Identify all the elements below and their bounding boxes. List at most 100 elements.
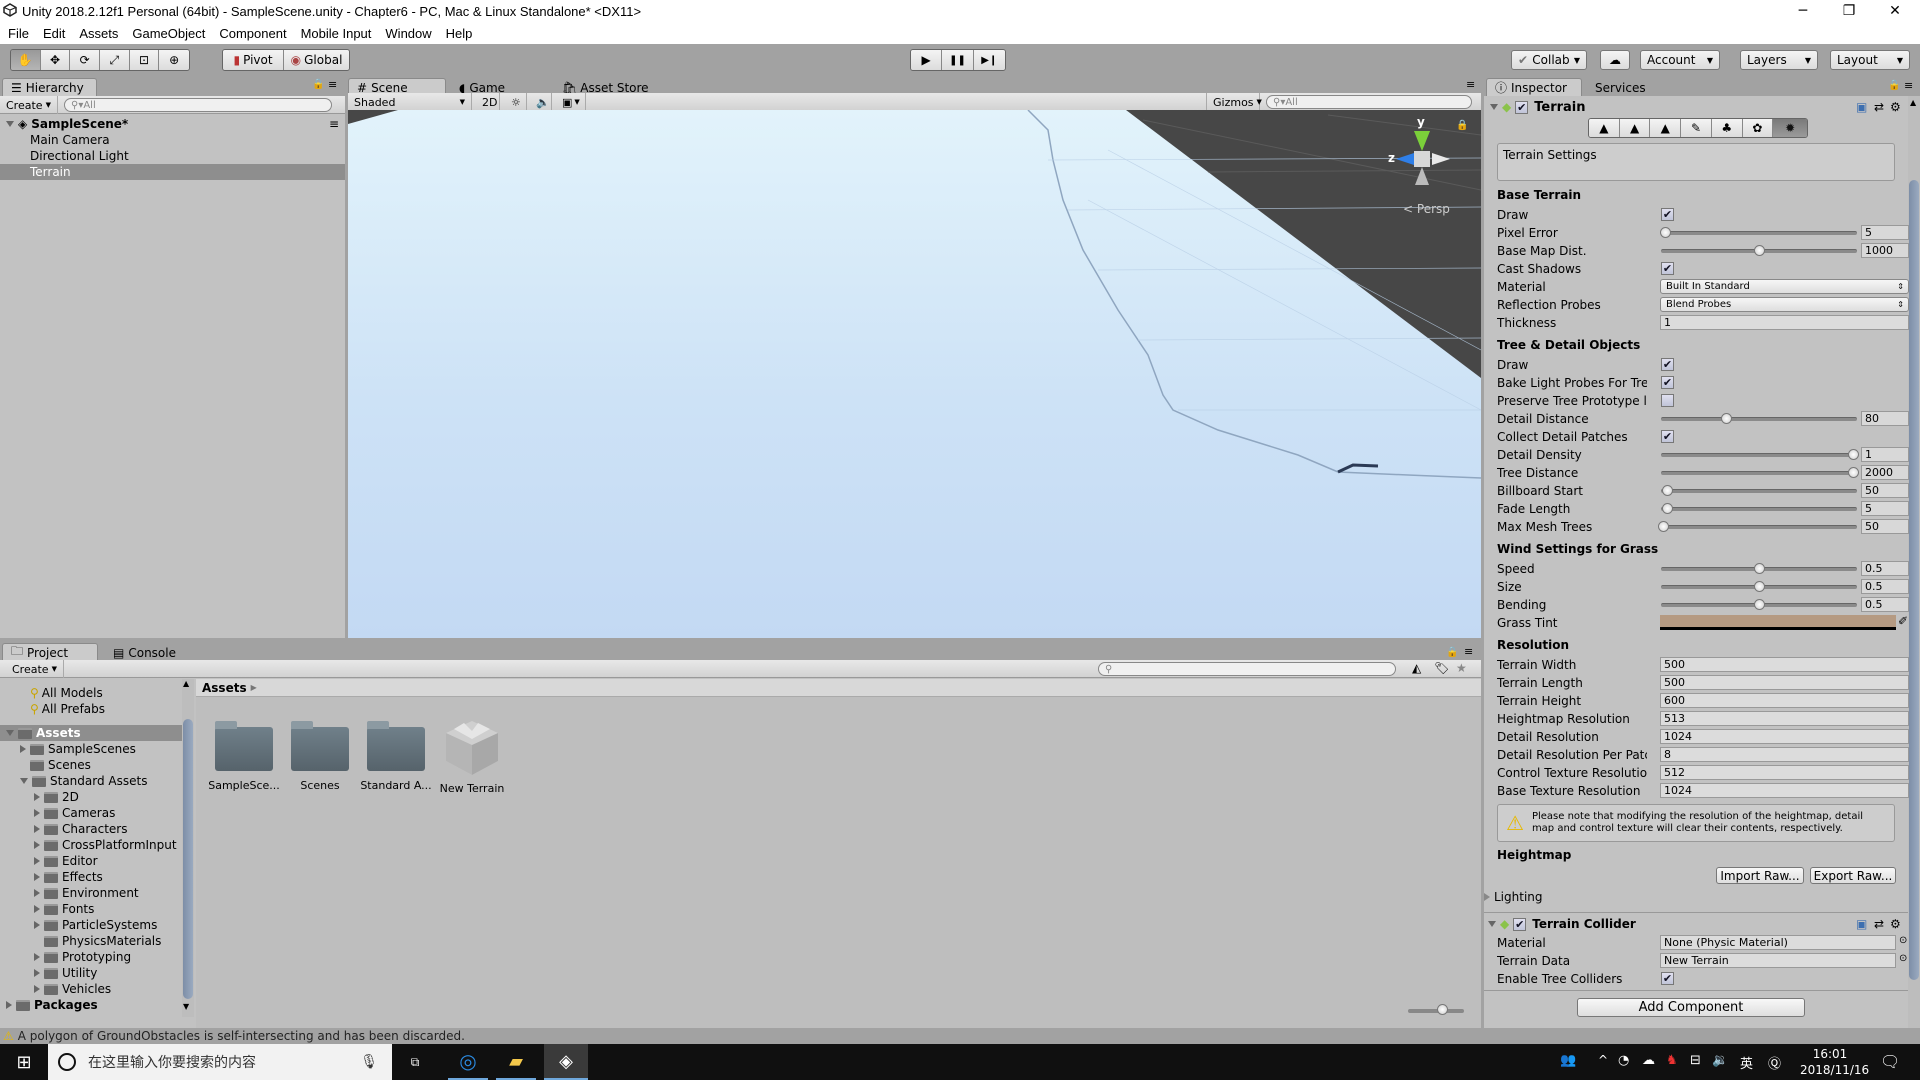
base-map-dist-value-field[interactable]: 1000 <box>1861 243 1909 258</box>
reflection-probes-dropdown[interactable]: Blend Probes ⇕ <box>1660 297 1909 312</box>
expand-right-icon[interactable] <box>34 857 40 865</box>
lighting-foldout[interactable]: Lighting <box>1484 888 1543 905</box>
panel-menu-icon[interactable]: ≡ <box>1904 79 1913 92</box>
tray-expand-icon[interactable]: ^ <box>1598 1053 1608 1067</box>
icon-size-slider-knob[interactable] <box>1436 1004 1448 1015</box>
tab-console[interactable]: ▤ Console <box>104 643 184 661</box>
menu-file[interactable]: File <box>8 26 29 41</box>
folder-tree-item-cameras[interactable]: Cameras <box>0 805 182 821</box>
taskbar-search-input[interactable]: 在这里输入你要搜索的内容 🎙 <box>48 1044 392 1080</box>
tree-distance-value-field[interactable]: 2000 <box>1861 465 1909 480</box>
detail-density-value-field[interactable]: 1 <box>1861 447 1909 462</box>
panel-menu-icon[interactable]: ≡ <box>1464 645 1473 658</box>
folder-tree-item-environment[interactable]: Environment <box>0 885 182 901</box>
preserve-tree-prototype-checkbox[interactable] <box>1661 394 1674 407</box>
folder-tree-item-2d[interactable]: 2D <box>0 789 182 805</box>
scene-root-row[interactable]: ◈ SampleScene* ≡ <box>0 116 345 132</box>
maximize-button[interactable]: ❐ <box>1826 0 1872 22</box>
bake-light-probes-checkbox[interactable]: ✔ <box>1661 376 1674 389</box>
breadcrumb-assets[interactable]: Assets <box>202 681 247 695</box>
projection-toggle[interactable]: < Persp <box>1403 202 1450 216</box>
minimize-button[interactable]: ─ <box>1780 0 1826 22</box>
tab-project[interactable]: 🗀 Project <box>2 643 98 661</box>
collider-enabled-checkbox[interactable]: ✔ <box>1513 917 1527 931</box>
import-raw-button[interactable]: Import Raw... <box>1716 867 1804 884</box>
pixel-error-slider[interactable] <box>1659 227 1857 238</box>
qq-icon[interactable]: ♞ <box>1666 1053 1678 1068</box>
task-view-button[interactable]: ⧉ <box>400 1044 430 1080</box>
cast-shadows-checkbox[interactable]: ✔ <box>1661 262 1674 275</box>
folder-tree-item-prototyping[interactable]: Prototyping <box>0 949 182 965</box>
max-mesh-trees-slider[interactable] <box>1657 521 1857 532</box>
notifications-icon[interactable]: 🗨 <box>1880 1052 1900 1071</box>
terrain-component-header[interactable]: ◆ ✔ Terrain ▣ ⇄ ⚙ <box>1484 96 1908 118</box>
expand-right-icon[interactable] <box>1484 892 1490 901</box>
transform-tool-button[interactable]: ⊕ <box>159 50 189 70</box>
inspector-scrollbar-thumb[interactable] <box>1909 180 1919 980</box>
folder-tree-item-particlesystems[interactable]: ParticleSystems <box>0 917 182 933</box>
paint-texture-button[interactable]: ✎ <box>1681 119 1712 137</box>
panel-menu-icon[interactable]: ≡ <box>328 78 337 91</box>
gizmos-dropdown[interactable]: Gizmos ▼ <box>1206 93 1262 111</box>
resolution-terrain-height-field[interactable]: 600 <box>1660 693 1909 708</box>
inspector-scrollbar[interactable]: ▲ <box>1908 96 1920 1028</box>
billboard-start-slider[interactable] <box>1661 485 1857 496</box>
asset-tile-standard-assets[interactable]: Standard A... <box>358 717 434 792</box>
expand-right-icon[interactable] <box>34 905 40 913</box>
folder-tree-item-physicsmaterials[interactable]: PhysicsMaterials <box>0 933 182 949</box>
tab-services[interactable]: Services <box>1586 78 1666 96</box>
paint-height-button[interactable]: ▲ <box>1619 119 1651 137</box>
raise-lower-terrain-button[interactable]: ▲ <box>1589 119 1620 137</box>
asset-tile-new-terrain[interactable]: New Terrain <box>434 717 510 795</box>
expand-right-icon[interactable] <box>34 969 40 977</box>
preset-icon[interactable]: ⇄ <box>1874 917 1884 931</box>
ime-icon[interactable]: Ⓠ <box>1768 1053 1781 1072</box>
folder-tree-item-fonts[interactable]: Fonts <box>0 901 182 917</box>
project-create-dropdown[interactable]: Create ▼ <box>6 660 64 678</box>
hierarchy-item-directional-light[interactable]: Directional Light <box>0 148 345 164</box>
rect-tool-button[interactable]: ⊡ <box>129 50 160 70</box>
base-draw-checkbox[interactable]: ✔ <box>1661 208 1674 221</box>
collapse-icon[interactable] <box>1490 104 1498 110</box>
expand-right-icon[interactable] <box>34 841 40 849</box>
start-button[interactable]: ⊞ <box>0 1044 48 1080</box>
volume-icon[interactable]: 🔉 <box>1712 1053 1728 1068</box>
smooth-height-button[interactable]: ▲ <box>1650 119 1682 137</box>
scroll-up-icon[interactable]: ▲ <box>1910 98 1916 107</box>
scene-viewport[interactable]: y z 🔒 < Persp <box>348 110 1481 638</box>
input-language-indicator[interactable]: 英 <box>1740 1053 1753 1072</box>
expand-down-icon[interactable] <box>6 730 14 736</box>
effects-dropdown[interactable]: ▣ ▼ <box>556 93 586 111</box>
layers-dropdown[interactable]: Layers ▼ <box>1740 50 1818 70</box>
rotate-tool-button[interactable]: ⟳ <box>70 50 101 70</box>
wind-bending-value-field[interactable]: 0.5 <box>1861 597 1909 612</box>
tree-distance-slider-knob[interactable] <box>1848 467 1860 478</box>
icon-size-slider[interactable] <box>1408 1004 1464 1015</box>
layout-dropdown[interactable]: Layout ▼ <box>1830 50 1910 70</box>
hierarchy-create-dropdown[interactable]: Create ▼ <box>0 96 58 114</box>
expand-down-icon[interactable] <box>6 121 14 127</box>
onedrive-icon[interactable]: ☁ <box>1642 1053 1655 1068</box>
settings-gear-icon[interactable]: ⚙ <box>1890 917 1901 931</box>
pause-button[interactable]: ❚❚ <box>942 50 974 70</box>
detail-distance-slider[interactable] <box>1661 413 1857 424</box>
paint-details-button[interactable]: ✿ <box>1742 119 1774 137</box>
project-search-input[interactable]: ⚲ <box>1098 662 1396 676</box>
favorite-all-models[interactable]: ⚲ All Models <box>30 685 103 701</box>
taskbar-app-browser[interactable]: ◎ <box>448 1044 488 1080</box>
fade-length-value-field[interactable]: 5 <box>1861 501 1909 516</box>
panel-menu-icon[interactable]: ≡ <box>1466 78 1475 91</box>
fade-length-slider-knob[interactable] <box>1661 503 1673 514</box>
expand-right-icon[interactable] <box>34 985 40 993</box>
wind-bending-slider-knob[interactable] <box>1754 599 1765 610</box>
wind-size-slider[interactable] <box>1661 581 1857 592</box>
help-book-icon[interactable]: ▣ <box>1856 100 1867 114</box>
folder-tree-item-standard-assets[interactable]: Standard Assets <box>0 773 182 789</box>
enable-tree-colliders-checkbox[interactable]: ✔ <box>1661 972 1674 985</box>
obs-icon[interactable]: ◔ <box>1618 1053 1629 1068</box>
tab-hierarchy[interactable]: ☰ Hierarchy <box>2 78 97 96</box>
add-component-button[interactable]: Add Component <box>1577 998 1805 1017</box>
play-button[interactable]: ▶ <box>911 50 943 70</box>
gizmo-center-cube[interactable] <box>1414 151 1430 167</box>
expand-right-icon[interactable] <box>34 873 40 881</box>
